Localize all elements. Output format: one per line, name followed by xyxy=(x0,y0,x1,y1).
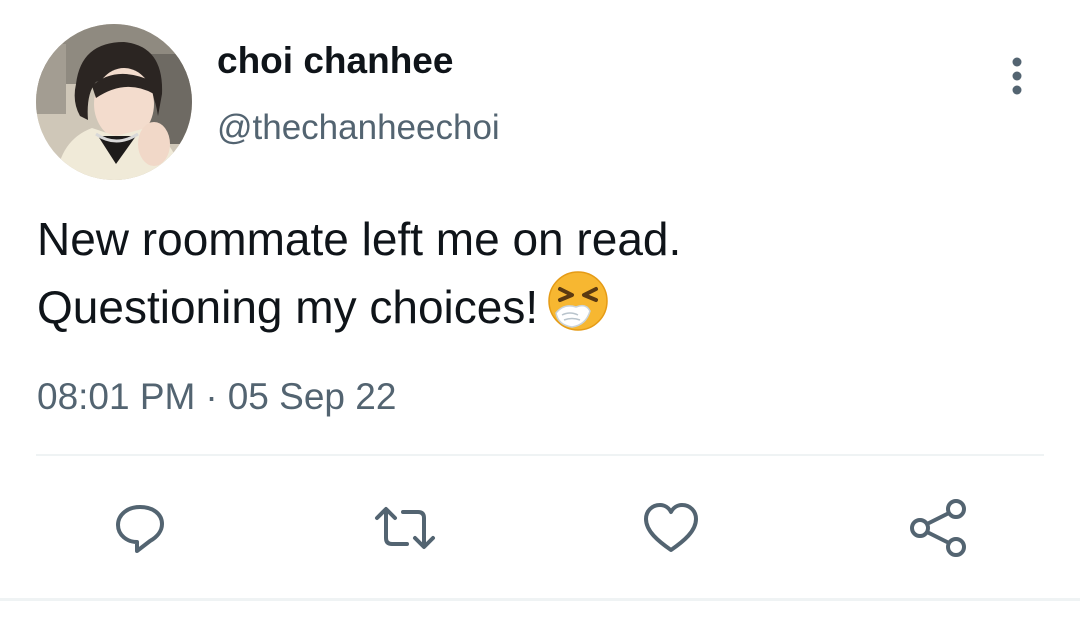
heart-icon xyxy=(644,503,698,552)
profile-photo xyxy=(36,24,192,180)
reply-icon xyxy=(116,505,164,553)
meta-separator: · xyxy=(205,376,218,417)
tweet-date: 05 Sep 22 xyxy=(227,376,397,417)
retweet-button[interactable] xyxy=(373,496,437,560)
tweet-timestamp[interactable]: 08:01 PM · 05 Sep 22 xyxy=(37,374,396,420)
more-options-button[interactable] xyxy=(996,52,1038,100)
divider xyxy=(36,454,1044,456)
tweet-time: 08:01 PM xyxy=(37,376,196,417)
tweet-text-line: Questioning my choices! xyxy=(37,281,539,333)
avatar[interactable] xyxy=(36,24,192,180)
reply-button[interactable] xyxy=(108,496,172,560)
more-vertical-icon xyxy=(1012,57,1022,95)
share-button[interactable] xyxy=(906,496,970,560)
sneezing-face-emoji-icon xyxy=(546,269,610,347)
tweet-text-line-with-emoji: Questioning my choices! xyxy=(37,269,1037,347)
retweet-icon xyxy=(375,507,435,549)
tweet-text: New roommate left me on read. Questionin… xyxy=(37,209,1037,347)
tweet-text-line: New roommate left me on read. xyxy=(37,213,682,265)
display-name[interactable]: choi chanhee xyxy=(217,38,453,84)
user-handle[interactable]: @thechanheechoi xyxy=(217,106,500,150)
share-icon xyxy=(910,499,966,557)
like-button[interactable] xyxy=(639,496,703,560)
bottom-divider xyxy=(0,598,1080,601)
